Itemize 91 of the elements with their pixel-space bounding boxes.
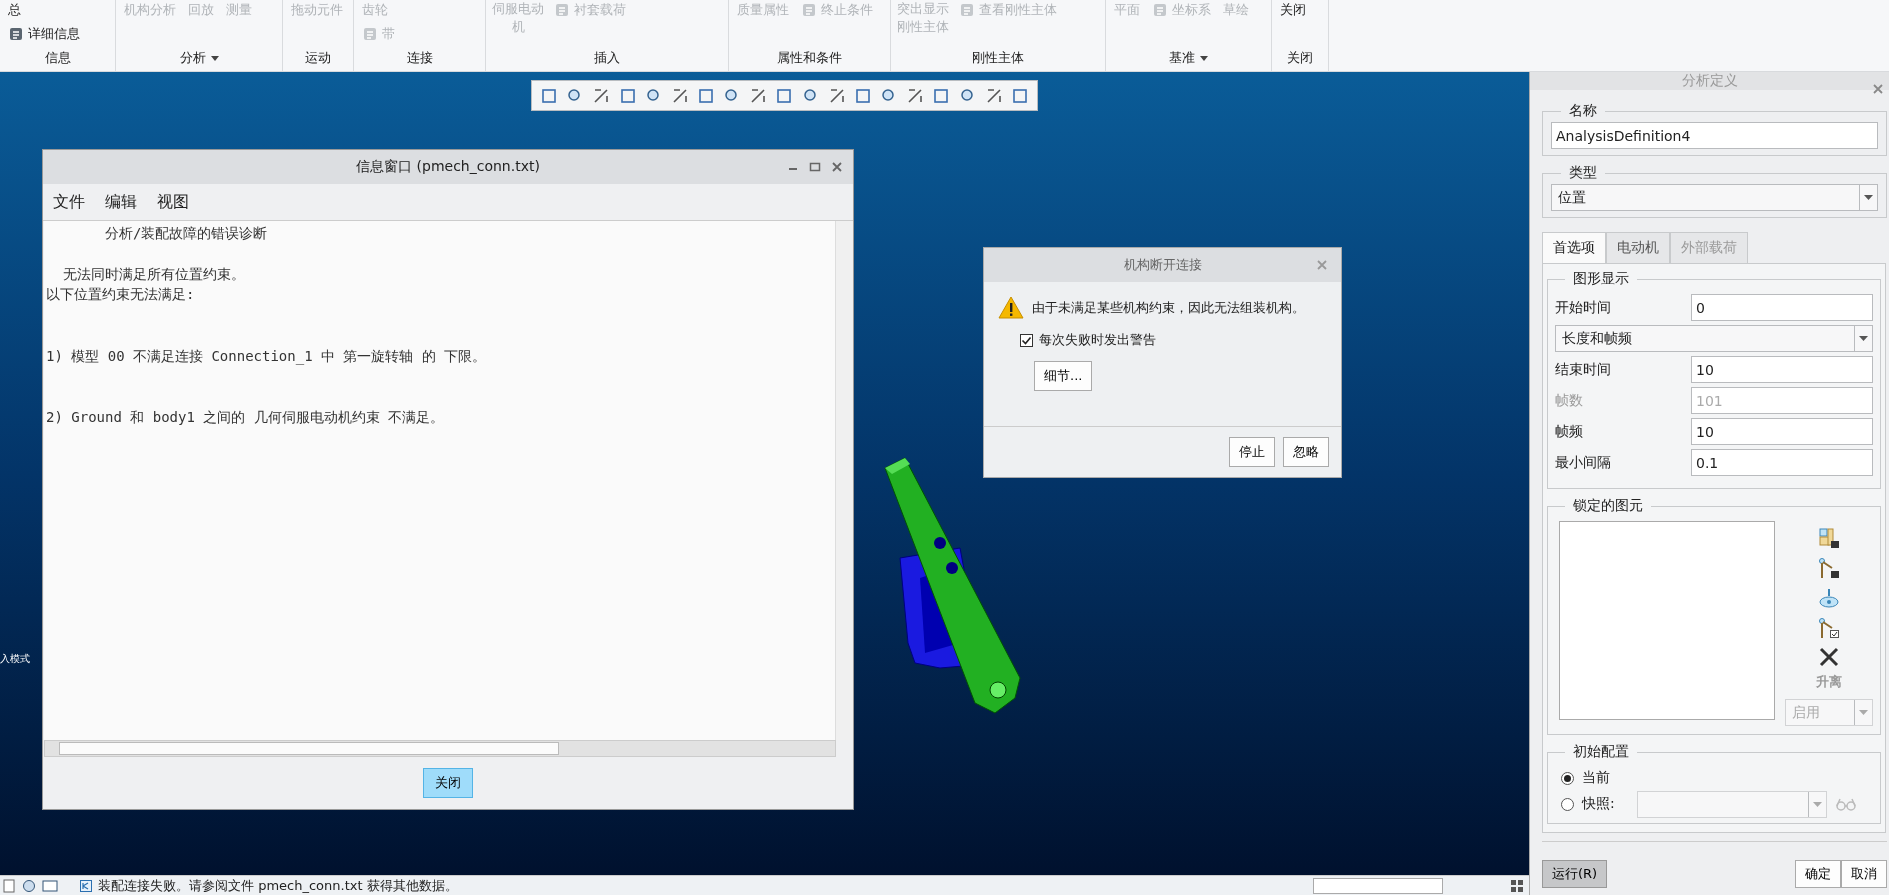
menu-item[interactable]: 视图 [157,191,189,213]
view-tool-icon[interactable] [749,86,768,105]
dropdown-arrow-icon[interactable] [1864,195,1873,200]
input-field[interactable]: 10 [1691,356,1873,383]
dialog-button[interactable]: 忽略 [1283,437,1329,467]
view-tool-icon[interactable] [697,86,715,105]
radio-button[interactable] [1561,771,1574,785]
globe-icon[interactable] [22,878,36,893]
ribbon-button[interactable]: 总 [6,0,82,20]
delete-icon[interactable] [1819,647,1839,667]
close-button[interactable]: 关闭 [423,768,473,798]
view-tool-icon[interactable] [932,86,951,105]
group-title: 初始配置 [1572,743,1630,761]
group-title: 锁定的图元 [1572,497,1644,515]
type-dropdown[interactable]: 位置 [1551,184,1878,211]
name-field[interactable]: AnalysisDefinition4 [1551,122,1878,149]
dialog-button[interactable]: 停止 [1229,437,1275,467]
eye-icon[interactable] [1818,587,1840,609]
panel-button[interactable]: 确定 [1795,860,1841,888]
radio-button[interactable] [1561,797,1574,811]
group-label: 属性和条件 [777,49,842,67]
view-tool-icon[interactable] [853,86,872,105]
report-line: 1) 模型 00 不满足连接 Connection_1 中 第一旋转轴 的 下限。 [46,346,487,366]
dialog-title: 机构断开连接 [1123,256,1202,274]
view-tool-icon[interactable] [592,86,611,105]
group-label: 运动 [305,49,331,67]
field-label: 开始时间 [1555,298,1611,317]
group-label: 刚性主体 [972,49,1024,67]
panel-button[interactable]: 取消 [1841,860,1887,888]
field-label: 帧数 [1555,391,1583,410]
report-line: 以下位置约束无法满足: [46,285,195,304]
field-label: 结束时间 [1555,360,1611,379]
group-label: 关闭 [1287,49,1313,67]
input-field[interactable]: 0.1 [1691,449,1873,476]
menu-item[interactable]: 文件 [53,191,85,213]
group-menu-button[interactable]: 分析 [179,49,219,67]
group-label: 信息 [44,49,71,67]
ribbon-button[interactable]: 关闭 [1278,0,1308,20]
field-label: 最小间隔 [1555,453,1611,472]
view-tool-icon[interactable] [906,86,925,105]
view-tool-icon[interactable] [1010,86,1029,105]
warning-icon [998,296,1024,319]
report-line: 无法同时满足所有位置约束。 [61,264,245,284]
panel-title: 分析定义 [1681,72,1738,90]
dropdown-arrow-icon[interactable] [1859,336,1868,341]
group-label: 连接 [406,49,433,67]
ribbon-button[interactable]: 详细信息 [6,24,82,44]
report-line: 2) Ground 和 body1 之间的 几何伺服电动机约束 不满足。 [46,408,445,427]
status-message: 装配连接失败。请参阅文件 pmech_conn.txt 获得其他数据。 [98,878,458,893]
mode-label: 入模式 [0,652,30,666]
dialog-message: 由于未满足某些机构约束，因此无法组装机构。 [1032,298,1305,317]
details-button[interactable]: 细节... [1034,361,1093,391]
lift-label: 升离 [1816,673,1842,691]
radio-label: 当前 [1582,769,1610,787]
tool-icon [8,26,24,42]
lock-body-icon[interactable] [1818,527,1840,549]
group-label: 插入 [594,49,620,67]
message-icon [80,879,92,892]
close-icon[interactable] [831,161,843,173]
radio-label: 快照: [1582,795,1615,813]
input-field[interactable]: 10 [1691,418,1873,445]
vertical-scrollbar[interactable] [835,221,853,740]
checkbox[interactable] [1020,333,1033,347]
panel-button[interactable]: 运行(R) [1542,860,1608,888]
link-check-icon[interactable] [1818,617,1840,639]
group-title: 图形显示 [1572,270,1630,288]
horizontal-scrollbar[interactable] [44,740,836,757]
group-title: 类型 [1568,164,1598,182]
caret-icon[interactable] [1200,55,1208,61]
close-icon[interactable] [1873,84,1883,94]
tab[interactable]: 电动机 [1606,232,1670,263]
lock-link-icon[interactable] [1818,557,1840,579]
maximize-icon[interactable] [809,161,821,173]
group-menu-button[interactable]: 基准 [1169,49,1208,67]
mode-dropdown[interactable]: 长度和帧频 [1555,325,1873,352]
tab[interactable]: 首选项 [1542,232,1606,263]
group-title: 名称 [1568,102,1598,120]
tool-icon [362,26,378,42]
grid-icon[interactable] [1509,877,1525,894]
caret-icon[interactable] [210,55,219,61]
view-tool-icon[interactable] [618,86,637,105]
report-line: 分析/装配故障的错误诊断 [104,224,268,243]
window-icon[interactable] [42,878,58,893]
field-label: 帧频 [1555,422,1583,441]
checkbox-label: 每次失败时发出警告 [1039,331,1156,349]
filter-field[interactable] [1313,877,1443,894]
window-title: 信息窗口 (pmech_conn.txt) [356,158,540,176]
view-tool-icon[interactable] [540,86,559,105]
start-time-field[interactable]: 0 [1691,294,1873,321]
menu-item[interactable]: 编辑 [105,191,137,213]
view-tool-icon[interactable] [775,86,794,105]
